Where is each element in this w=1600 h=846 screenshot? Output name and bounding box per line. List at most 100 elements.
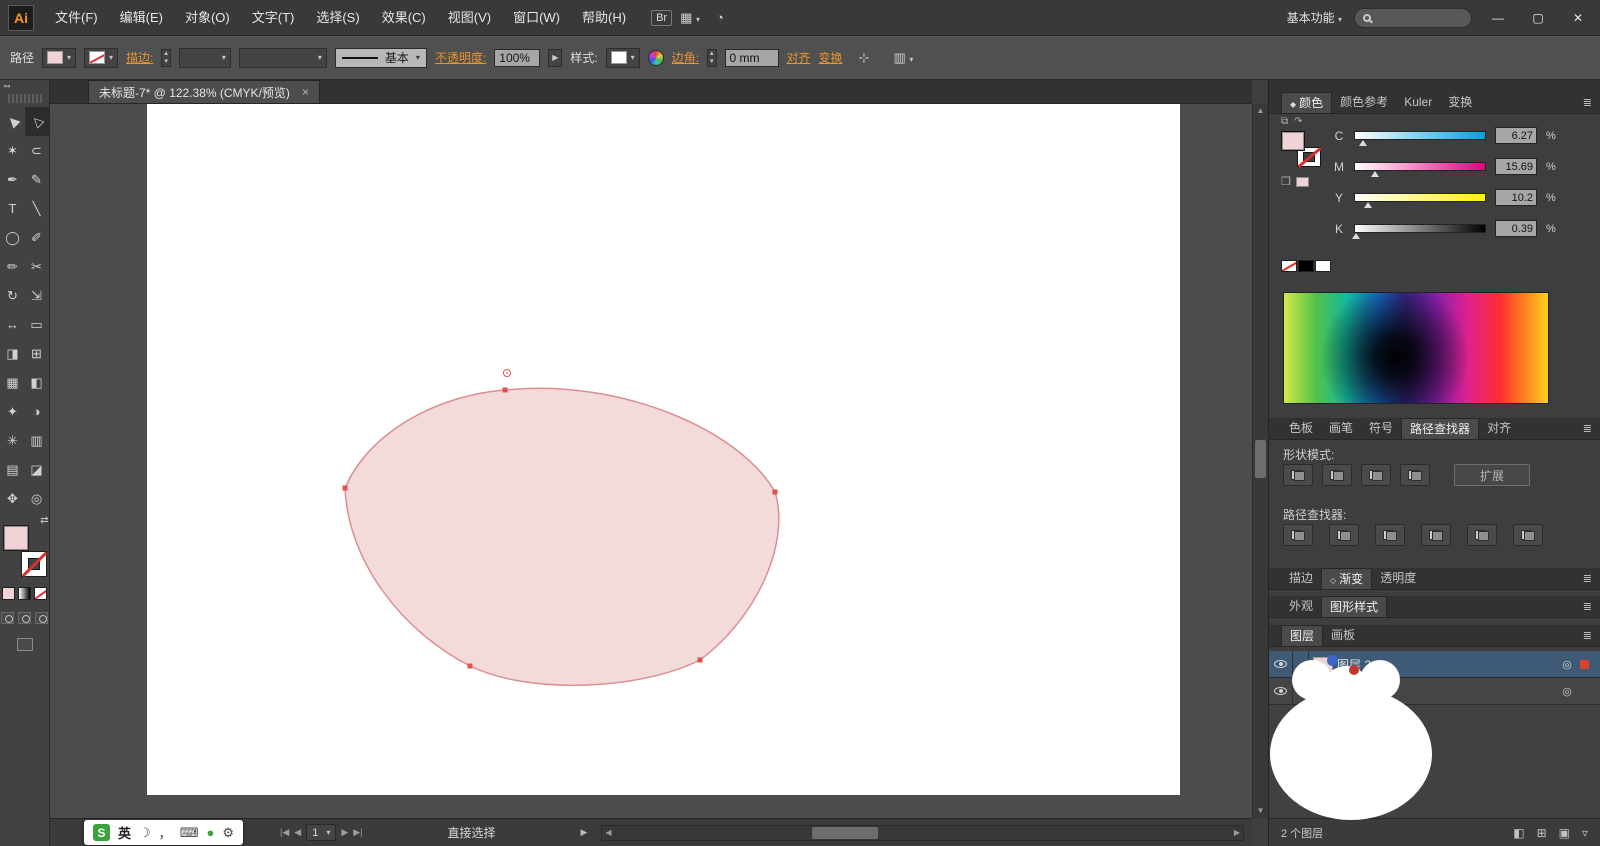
tool-artboard[interactable]: ▤ bbox=[1, 455, 25, 484]
target-icon[interactable]: ◎ bbox=[1554, 658, 1580, 671]
canvas[interactable] bbox=[50, 104, 1252, 818]
tool-width[interactable]: ↔ bbox=[1, 310, 25, 339]
minimize-button[interactable]: — bbox=[1484, 11, 1512, 25]
closest-color-swatch[interactable] bbox=[1295, 176, 1309, 187]
first-artboard-button[interactable]: |◀ bbox=[280, 827, 289, 838]
menu-item-6[interactable]: 效果(C) bbox=[371, 0, 437, 36]
color-spectrum[interactable] bbox=[1283, 292, 1549, 404]
menu-item-8[interactable]: 窗口(W) bbox=[502, 0, 571, 36]
fill-color-swatch[interactable] bbox=[2, 525, 29, 551]
panel-menu-icon[interactable]: ≣ bbox=[1583, 422, 1592, 435]
draw-normal-button[interactable] bbox=[1, 612, 14, 624]
exclude-button[interactable] bbox=[1400, 464, 1430, 486]
anchor-point[interactable] bbox=[467, 663, 473, 669]
visibility-toggle[interactable] bbox=[1269, 651, 1293, 677]
prev-artboard-button[interactable]: ◀ bbox=[294, 827, 301, 838]
minus-back-button[interactable] bbox=[1513, 524, 1543, 546]
tool-pencil[interactable]: ✏ bbox=[1, 252, 25, 281]
restore-button[interactable]: ▢ bbox=[1524, 11, 1552, 25]
horizontal-scrollbar[interactable]: ◀ ▶ bbox=[601, 824, 1244, 841]
tool-scissors[interactable]: ✂ bbox=[25, 252, 49, 281]
tool-free-transform[interactable]: ▭ bbox=[25, 310, 49, 339]
menu-item-4[interactable]: 文字(T) bbox=[241, 0, 306, 36]
collapse-toolbar-icon[interactable]: ◂◂ bbox=[0, 80, 13, 92]
tab-颜色[interactable]: ◆ 颜色 bbox=[1281, 92, 1333, 113]
anchor-point[interactable] bbox=[342, 485, 348, 491]
drawn-shape[interactable] bbox=[344, 387, 780, 687]
transform-reference-icon[interactable]: ⊹ bbox=[851, 50, 878, 66]
last-artboard-button[interactable]: ▶| bbox=[353, 827, 362, 838]
swap-colors-icon[interactable]: ↷ bbox=[1294, 116, 1302, 127]
horizontal-scroll-thumb[interactable] bbox=[812, 826, 879, 839]
cs-live-icon[interactable]: ◔ bbox=[708, 10, 732, 25]
punctuation-icon[interactable]: ， bbox=[159, 823, 172, 842]
menu-item-1[interactable]: 文件(F) bbox=[44, 0, 109, 36]
menu-item-5[interactable]: 选择(S) bbox=[305, 0, 370, 36]
stroke-weight-dropdown[interactable]: ▾ bbox=[178, 47, 231, 68]
none-swatch[interactable] bbox=[1281, 260, 1297, 272]
gamut-warning-icon[interactable]: ❒ bbox=[1281, 175, 1291, 188]
gradient-mode-button[interactable] bbox=[18, 587, 31, 600]
corner-link[interactable]: 边角: bbox=[672, 49, 699, 66]
brush-definition-dropdown[interactable]: ▾ bbox=[238, 47, 327, 68]
anchor-point[interactable] bbox=[697, 657, 703, 663]
tool-lasso[interactable]: ⊂ bbox=[25, 136, 49, 165]
anchor-point[interactable] bbox=[502, 387, 508, 393]
tool-eyedropper[interactable]: ✦ bbox=[1, 397, 25, 426]
channel-value-input[interactable]: 15.69 bbox=[1495, 158, 1537, 175]
new-layer-icon[interactable]: ▣ bbox=[1559, 826, 1570, 840]
tab-close-icon[interactable]: × bbox=[302, 85, 309, 99]
tool-column-graph[interactable]: ▥ bbox=[25, 426, 49, 455]
tab-图形样式[interactable]: 图形样式 bbox=[1321, 596, 1388, 617]
draw-inside-button[interactable] bbox=[35, 612, 48, 624]
delete-layer-icon[interactable]: ▿ bbox=[1582, 826, 1588, 840]
arrange-documents-icon[interactable]: ▦ ▾ bbox=[672, 10, 708, 26]
channel-slider[interactable] bbox=[1354, 162, 1486, 177]
channel-value-input[interactable]: 0.39 bbox=[1495, 220, 1537, 237]
tool-line-segment[interactable]: ╲ bbox=[25, 194, 49, 223]
next-artboard-button[interactable]: ▶ bbox=[341, 827, 348, 838]
status-flyout-icon[interactable]: ▶ bbox=[581, 827, 588, 838]
tool-gradient[interactable]: ◧ bbox=[25, 368, 49, 397]
tab-透明度[interactable]: 透明度 bbox=[1372, 568, 1424, 589]
tool-shape-builder[interactable]: ◨ bbox=[1, 339, 25, 368]
swap-fill-stroke-icon[interactable]: ⇄ bbox=[40, 515, 48, 526]
align-options-icon[interactable]: ▥ ▾ bbox=[885, 50, 921, 66]
target-icon[interactable]: ◎ bbox=[1554, 685, 1580, 698]
opacity-flyout-button[interactable]: ▶ bbox=[548, 48, 563, 67]
new-sublayer-icon[interactable]: ⊞ bbox=[1537, 826, 1547, 840]
intersect-button[interactable] bbox=[1361, 464, 1391, 486]
tool-ellipse[interactable]: ◯ bbox=[1, 223, 25, 252]
tab-描边[interactable]: 描边 bbox=[1281, 568, 1321, 589]
screen-mode-button[interactable] bbox=[16, 638, 33, 651]
color-mode-button[interactable] bbox=[2, 587, 15, 600]
menu-item-9[interactable]: 帮助(H) bbox=[571, 0, 637, 36]
minus-front-button[interactable] bbox=[1322, 464, 1352, 486]
visibility-toggle[interactable] bbox=[1269, 678, 1293, 704]
white-swatch[interactable] bbox=[1315, 260, 1331, 272]
scroll-down-icon[interactable]: ▼ bbox=[1253, 804, 1268, 818]
fullwidth-icon[interactable]: ☽ bbox=[139, 825, 151, 841]
make-clipping-mask-icon[interactable]: ◧ bbox=[1513, 826, 1524, 840]
tool-symbol-sprayer[interactable]: ✳ bbox=[1, 426, 25, 455]
workspace-switcher[interactable]: 基本功能 ▾ bbox=[1287, 9, 1342, 26]
panel-menu-icon[interactable]: ≣ bbox=[1583, 600, 1592, 613]
vertical-scroll-thumb[interactable] bbox=[1255, 440, 1266, 478]
tab-颜色参考[interactable]: 颜色参考 bbox=[1332, 92, 1396, 113]
fill-proxy-swatch[interactable] bbox=[1281, 131, 1305, 151]
tab-符号[interactable]: 符号 bbox=[1361, 418, 1401, 439]
tab-渐变[interactable]: ◇ 渐变 bbox=[1321, 568, 1373, 589]
ime-logo-icon[interactable]: S bbox=[93, 824, 110, 841]
settings-icon[interactable]: ⚙ bbox=[222, 825, 234, 841]
style-dropdown[interactable]: ▾ bbox=[605, 47, 640, 68]
artboard-number-dropdown[interactable]: 1 ▾ bbox=[306, 824, 337, 841]
bridge-icon[interactable]: Br bbox=[651, 9, 673, 26]
ime-language-toggle[interactable]: 英 bbox=[118, 823, 131, 842]
menu-item-3[interactable]: 对象(O) bbox=[174, 0, 241, 36]
tool-slice[interactable]: ◪ bbox=[25, 455, 49, 484]
tab-路径查找器[interactable]: 路径查找器 bbox=[1401, 418, 1480, 439]
tool-mesh[interactable]: ▦ bbox=[1, 368, 25, 397]
corner-input[interactable]: 0 mm bbox=[724, 48, 779, 67]
tool-scale[interactable]: ⇲ bbox=[25, 281, 49, 310]
panel-menu-icon[interactable]: ≣ bbox=[1583, 629, 1592, 642]
